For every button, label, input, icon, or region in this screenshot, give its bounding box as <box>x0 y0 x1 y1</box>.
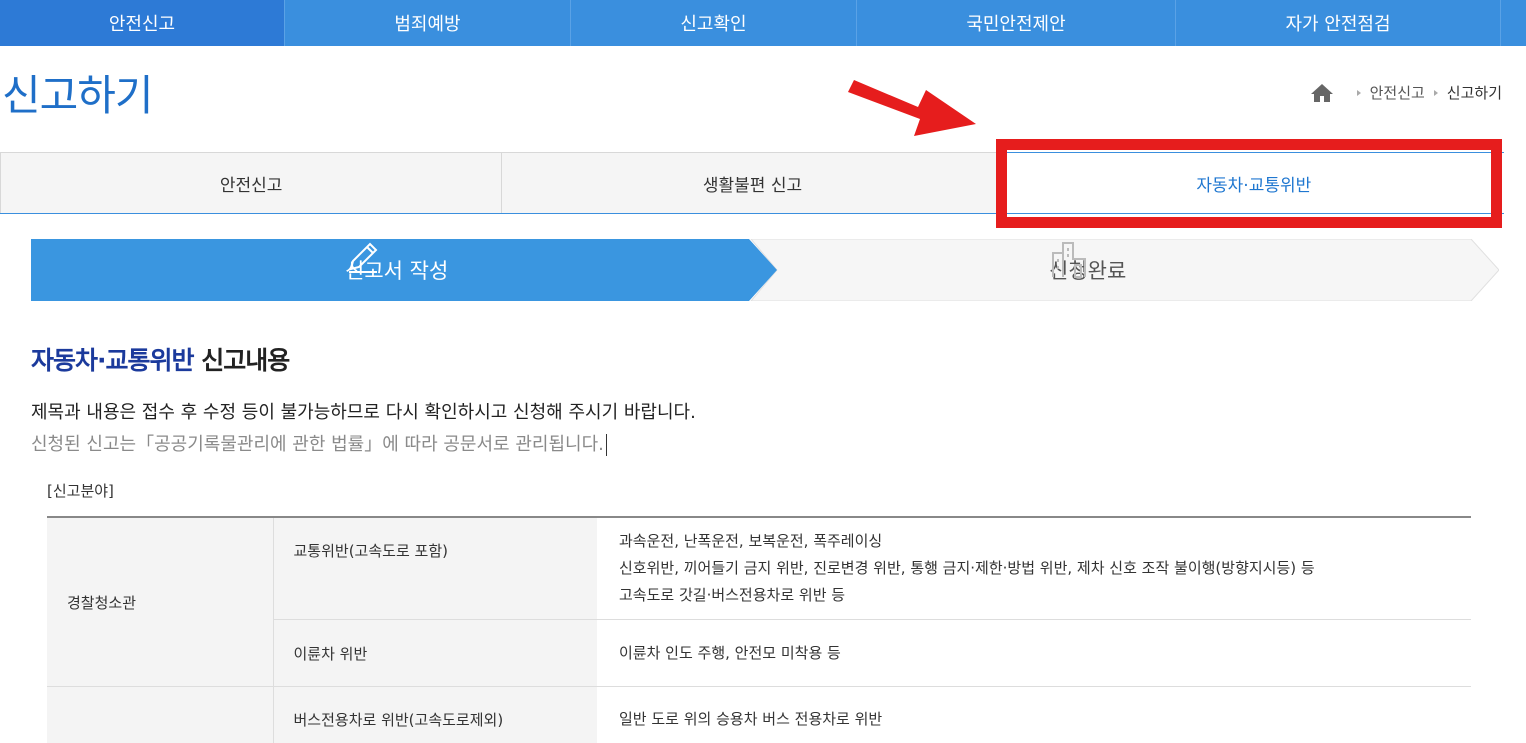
notice-records-law: 신청된 신고는「공공기록물관리에 관한 법률」에 따라 공문서로 관리됩니다. <box>31 430 607 456</box>
description-cell: 일반 도로 위의 승용차 버스 전용차로 위반 <box>597 686 1471 743</box>
category-cell: 버스전용차로 위반(고속도로제외) <box>272 686 597 743</box>
description-line: 이륜차 인도 주행, 안전모 미착용 등 <box>619 643 841 662</box>
org-cell: 경찰청소관 <box>47 517 273 687</box>
table-row: 버스전용차로 위반(고속도로제외) 일반 도로 위의 승용차 버스 전용차로 위… <box>47 686 1471 743</box>
description-cell: 과속운전, 난폭운전, 보복운전, 폭주레이싱 신호위반, 끼어들기 금지 위반… <box>597 517 1471 620</box>
section-title-highlight: 자동차·교통위반 <box>31 346 194 375</box>
tab-living-inconvenience[interactable]: 생활불편 신고 <box>502 152 1004 213</box>
description-line: 신호위반, 끼어들기 금지 위반, 진로변경 위반, 통행 금지·제한·방법 위… <box>619 559 1315 577</box>
page-title: 신고하기 <box>2 71 154 120</box>
notice-text: 제목과 내용은 접수 후 수정 등이 불가능하므로 다시 확인하시고 신청해 주… <box>31 402 696 423</box>
notice-records-text: 신청된 신고는「공공기록물관리에 관한 법률」에 따라 공문서로 관리됩니다. <box>31 434 604 455</box>
nav-item-crime-prevention[interactable]: 범죄예방 <box>285 0 571 46</box>
description-line: 과속운전, 난폭운전, 보복운전, 폭주레이싱 <box>619 532 883 550</box>
category-cell: 이륜차 위반 <box>272 619 597 687</box>
report-field-table: 경찰청소관 교통위반(고속도로 포함) 과속운전, 난폭운전, 보복운전, 폭주… <box>47 516 1471 743</box>
nav-item-safety-proposal[interactable]: 국민안전제안 <box>857 0 1176 46</box>
section-title: 자동차·교통위반 신고내용 <box>31 341 290 377</box>
tab-safety-report[interactable]: 안전신고 <box>0 152 503 213</box>
description-line: 일반 도로 위의 승용차 버스 전용차로 위반 <box>619 710 883 728</box>
breadcrumb: 안전신고 신고하기 <box>1310 82 1502 103</box>
nav-filler <box>1501 0 1526 46</box>
org-cell-empty <box>47 686 273 743</box>
table-row: 경찰청소관 교통위반(고속도로 포함) 과속운전, 난폭운전, 보복운전, 폭주… <box>47 517 1471 687</box>
description-line: 고속도로 갓길·버스전용차로 위반 등 <box>619 586 846 604</box>
text-cursor <box>605 434 607 456</box>
description-cell: 이륜차 인도 주행, 안전모 미착용 등 <box>597 619 1471 687</box>
nav-item-safety-report[interactable]: 안전신고 <box>0 0 285 46</box>
breadcrumb-separator <box>1433 89 1438 96</box>
breadcrumb-current: 신고하기 <box>1446 84 1502 102</box>
report-type-tabs: 안전신고 생활불편 신고 자동차·교통위반 <box>0 152 1504 214</box>
annotation-arrow-icon <box>848 80 976 136</box>
breadcrumb-separator <box>1356 89 1361 96</box>
category-cell: 교통위반(고속도로 포함) <box>272 517 597 620</box>
step-write-report: 신고서 작성 <box>345 239 448 301</box>
building-icon <box>1052 242 1086 278</box>
breadcrumb-item[interactable]: 안전신고 <box>1370 82 1425 103</box>
nav-item-report-check[interactable]: 신고확인 <box>571 0 857 46</box>
steps-background <box>31 239 1499 301</box>
progress-steps: 신고서 작성 신청완료 <box>31 239 1499 301</box>
report-field-label: [신고분야] <box>47 482 114 500</box>
nav-item-self-check[interactable]: 자가 안전점검 <box>1176 0 1501 46</box>
pencil-icon <box>349 242 378 273</box>
home-icon[interactable] <box>1310 83 1334 103</box>
step-complete: 신청완료 <box>1049 239 1126 301</box>
section-title-rest: 신고내용 <box>193 346 290 375</box>
tab-car-traffic-violation[interactable]: 자동차·교통위반 <box>1003 152 1504 213</box>
top-nav: 안전신고 범죄예방 신고확인 국민안전제안 자가 안전점검 <box>0 0 1526 46</box>
